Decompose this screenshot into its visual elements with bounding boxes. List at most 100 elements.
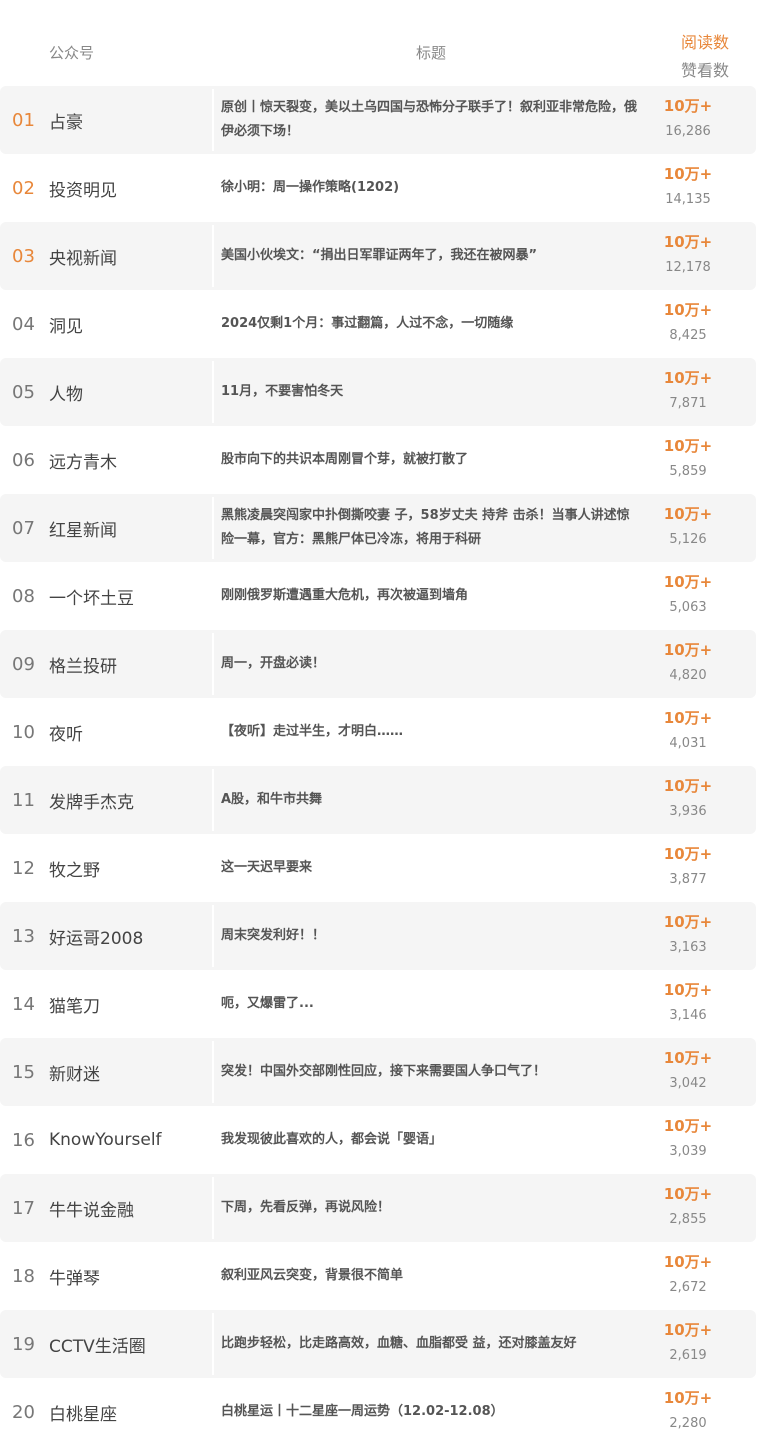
read-count: 10万+: [663, 1321, 713, 1339]
table-row[interactable]: 18 牛弹琴 叙利亚风云突变，背景很不简单 10万+ 2,672: [0, 1242, 758, 1310]
read-count: 10万+: [663, 845, 713, 863]
account-name[interactable]: 发牌手杰克: [49, 766, 134, 834]
table-row[interactable]: 06 远方青木 股市向下的共识本周刚冒个芽，就被打散了 10万+ 5,859: [0, 426, 758, 494]
rank-number: 05: [12, 381, 35, 403]
read-count: 10万+: [663, 369, 713, 387]
article-title[interactable]: 比跑步轻松，比走路高效，血糖、血脂都受 益，还对膝盖友好: [221, 1310, 639, 1378]
column-header-reads[interactable]: 阅读数: [681, 29, 729, 53]
read-count: 10万+: [663, 233, 713, 251]
read-count: 10万+: [663, 1253, 713, 1271]
article-title[interactable]: 2024仅剩1个月：事过翻篇，人过不念，一切随缘: [221, 290, 639, 358]
like-count: 2,280: [669, 1416, 707, 1431]
table-row[interactable]: 20 白桃星座 白桃星运丨十二星座一周运势（12.02-12.08） 10万+ 2,28…: [0, 1378, 758, 1446]
account-name[interactable]: 牛弹琴: [49, 1242, 100, 1310]
account-name[interactable]: 洞见: [49, 290, 83, 358]
article-title[interactable]: 我发现彼此喜欢的人，都会说「婴语」: [221, 1106, 639, 1174]
like-count: 2,619: [669, 1348, 707, 1363]
article-title[interactable]: 突发！中国外交部刚性回应，接下来需要国人争口气了！: [221, 1038, 639, 1106]
rank-number: 06: [12, 449, 35, 471]
like-count: 4,031: [669, 736, 707, 751]
read-count: 10万+: [663, 165, 713, 183]
account-name[interactable]: KnowYourself: [49, 1106, 162, 1174]
article-title[interactable]: 【夜听】走过半生，才明白……: [221, 698, 639, 766]
account-name[interactable]: 好运哥2008: [49, 902, 143, 970]
account-name[interactable]: 猫笔刀: [49, 970, 100, 1038]
table-row[interactable]: 14 猫笔刀 呃，又爆雷了... 10万+ 3,146: [0, 970, 758, 1038]
like-count: 3,042: [669, 1076, 707, 1091]
article-title[interactable]: 原创丨惊天裂变，美以土乌四国与恐怖分子联手了！叙利亚非常危险，俄伊必须下场！: [221, 86, 639, 154]
account-name[interactable]: 央视新闻: [49, 222, 117, 290]
article-title[interactable]: 白桃星运丨十二星座一周运势（12.02-12.08）: [221, 1378, 639, 1446]
like-count: 5,859: [669, 464, 707, 479]
table-row[interactable]: 12 牧之野 这一天迟早要来 10万+ 3,877: [0, 834, 758, 902]
table-row[interactable]: 17 牛牛说金融 下周，先看反弹，再说风险！ 10万+ 2,855: [0, 1174, 758, 1242]
table-row[interactable]: 16 KnowYourself 我发现彼此喜欢的人，都会说「婴语」 10万+ 3,039: [0, 1106, 758, 1174]
account-name[interactable]: 新财迷: [49, 1038, 100, 1106]
account-name[interactable]: 投资明见: [49, 154, 117, 222]
account-name[interactable]: 夜听: [49, 698, 83, 766]
read-count: 10万+: [663, 777, 713, 795]
account-name[interactable]: 一个坏土豆: [49, 562, 134, 630]
rank-number: 02: [12, 177, 35, 199]
account-name[interactable]: 格兰投研: [49, 630, 117, 698]
article-title[interactable]: 刚刚俄罗斯遭遇重大危机，再次被逼到墙角: [221, 562, 639, 630]
table-row[interactable]: 02 投资明见 徐小明：周一操作策略(1202) 10万+ 14,135: [0, 154, 758, 222]
article-title[interactable]: 徐小明：周一操作策略(1202): [221, 154, 639, 222]
like-count: 4,820: [669, 668, 707, 683]
column-divider: [212, 1041, 214, 1103]
table-row[interactable]: 19 CCTV生活圈 比跑步轻松，比走路高效，血糖、血脂都受 益，还对膝盖友好 10万…: [0, 1310, 758, 1378]
table-row[interactable]: 07 红星新闻 黑熊凌晨突闯家中扑倒撕咬妻 子，58岁丈夫 持斧 击杀！当事人讲述惊…: [0, 494, 758, 562]
column-header-likes[interactable]: 赞看数: [681, 57, 729, 81]
article-title[interactable]: 呃，又爆雷了...: [221, 970, 639, 1038]
read-count: 10万+: [663, 505, 713, 523]
rank-number: 10: [12, 721, 35, 743]
table-row[interactable]: 11 发牌手杰克 A股，和牛市共舞 10万+ 3,936: [0, 766, 758, 834]
account-name[interactable]: 牧之野: [49, 834, 100, 902]
article-title[interactable]: 美国小伙埃文：“捐出日军罪证两年了，我还在被网暴”: [221, 222, 639, 290]
read-count: 10万+: [663, 641, 713, 659]
table-row[interactable]: 08 一个坏土豆 刚刚俄罗斯遭遇重大危机，再次被逼到墙角 10万+ 5,063: [0, 562, 758, 630]
table-row[interactable]: 04 洞见 2024仅剩1个月：事过翻篇，人过不念，一切随缘 10万+ 8,425: [0, 290, 758, 358]
like-count: 14,135: [665, 192, 711, 207]
like-count: 3,936: [669, 804, 707, 819]
article-title[interactable]: 11月，不要害怕冬天: [221, 358, 639, 426]
rank-number: 19: [12, 1333, 35, 1355]
table-row[interactable]: 15 新财迷 突发！中国外交部刚性回应，接下来需要国人争口气了！ 10万+ 3,042: [0, 1038, 758, 1106]
column-divider: [212, 633, 214, 695]
article-title[interactable]: 黑熊凌晨突闯家中扑倒撕咬妻 子，58岁丈夫 持斧 击杀！当事人讲述惊险一幕，官方…: [221, 494, 639, 562]
like-count: 8,425: [669, 328, 707, 343]
article-title[interactable]: 下周，先看反弹，再说风险！: [221, 1174, 639, 1242]
account-name[interactable]: 占豪: [49, 86, 83, 154]
rank-number: 09: [12, 653, 35, 675]
account-name[interactable]: 远方青木: [49, 426, 117, 494]
table-row[interactable]: 03 央视新闻 美国小伙埃文：“捐出日军罪证两年了，我还在被网暴” 10万+ 12,17…: [0, 222, 758, 290]
read-count: 10万+: [663, 1185, 713, 1203]
table-row[interactable]: 01 占豪 原创丨惊天裂变，美以土乌四国与恐怖分子联手了！叙利亚非常危险，俄伊必须下…: [0, 86, 758, 154]
table-header: 公众号 标题 阅读数 赞看数: [0, 0, 758, 86]
column-divider: [212, 905, 214, 967]
account-name[interactable]: 人物: [49, 358, 83, 426]
table-row[interactable]: 10 夜听 【夜听】走过半生，才明白…… 10万+ 4,031: [0, 698, 758, 766]
article-title[interactable]: 叙利亚风云突变，背景很不简单: [221, 1242, 639, 1310]
table-row[interactable]: 05 人物 11月，不要害怕冬天 10万+ 7,871: [0, 358, 758, 426]
article-title[interactable]: 股市向下的共识本周刚冒个芽，就被打散了: [221, 426, 639, 494]
account-name[interactable]: CCTV生活圈: [49, 1310, 146, 1378]
article-title[interactable]: 周一，开盘必读！: [221, 630, 639, 698]
table-row[interactable]: 13 好运哥2008 周末突发利好！！ 10万+ 3,163: [0, 902, 758, 970]
article-title[interactable]: A股，和牛市共舞: [221, 766, 639, 834]
table-row[interactable]: 09 格兰投研 周一，开盘必读！ 10万+ 4,820: [0, 630, 758, 698]
account-name[interactable]: 红星新闻: [49, 494, 117, 562]
read-count: 10万+: [663, 301, 713, 319]
like-count: 3,039: [669, 1144, 707, 1159]
rank-number: 07: [12, 517, 35, 539]
rank-number: 12: [12, 857, 35, 879]
read-count: 10万+: [663, 1049, 713, 1067]
column-divider: [212, 1313, 214, 1375]
article-title[interactable]: 这一天迟早要来: [221, 834, 639, 902]
like-count: 3,146: [669, 1008, 707, 1023]
article-title[interactable]: 周末突发利好！！: [221, 902, 639, 970]
column-divider: [212, 225, 214, 287]
account-name[interactable]: 牛牛说金融: [49, 1174, 134, 1242]
rank-number: 13: [12, 925, 35, 947]
account-name[interactable]: 白桃星座: [49, 1378, 117, 1446]
